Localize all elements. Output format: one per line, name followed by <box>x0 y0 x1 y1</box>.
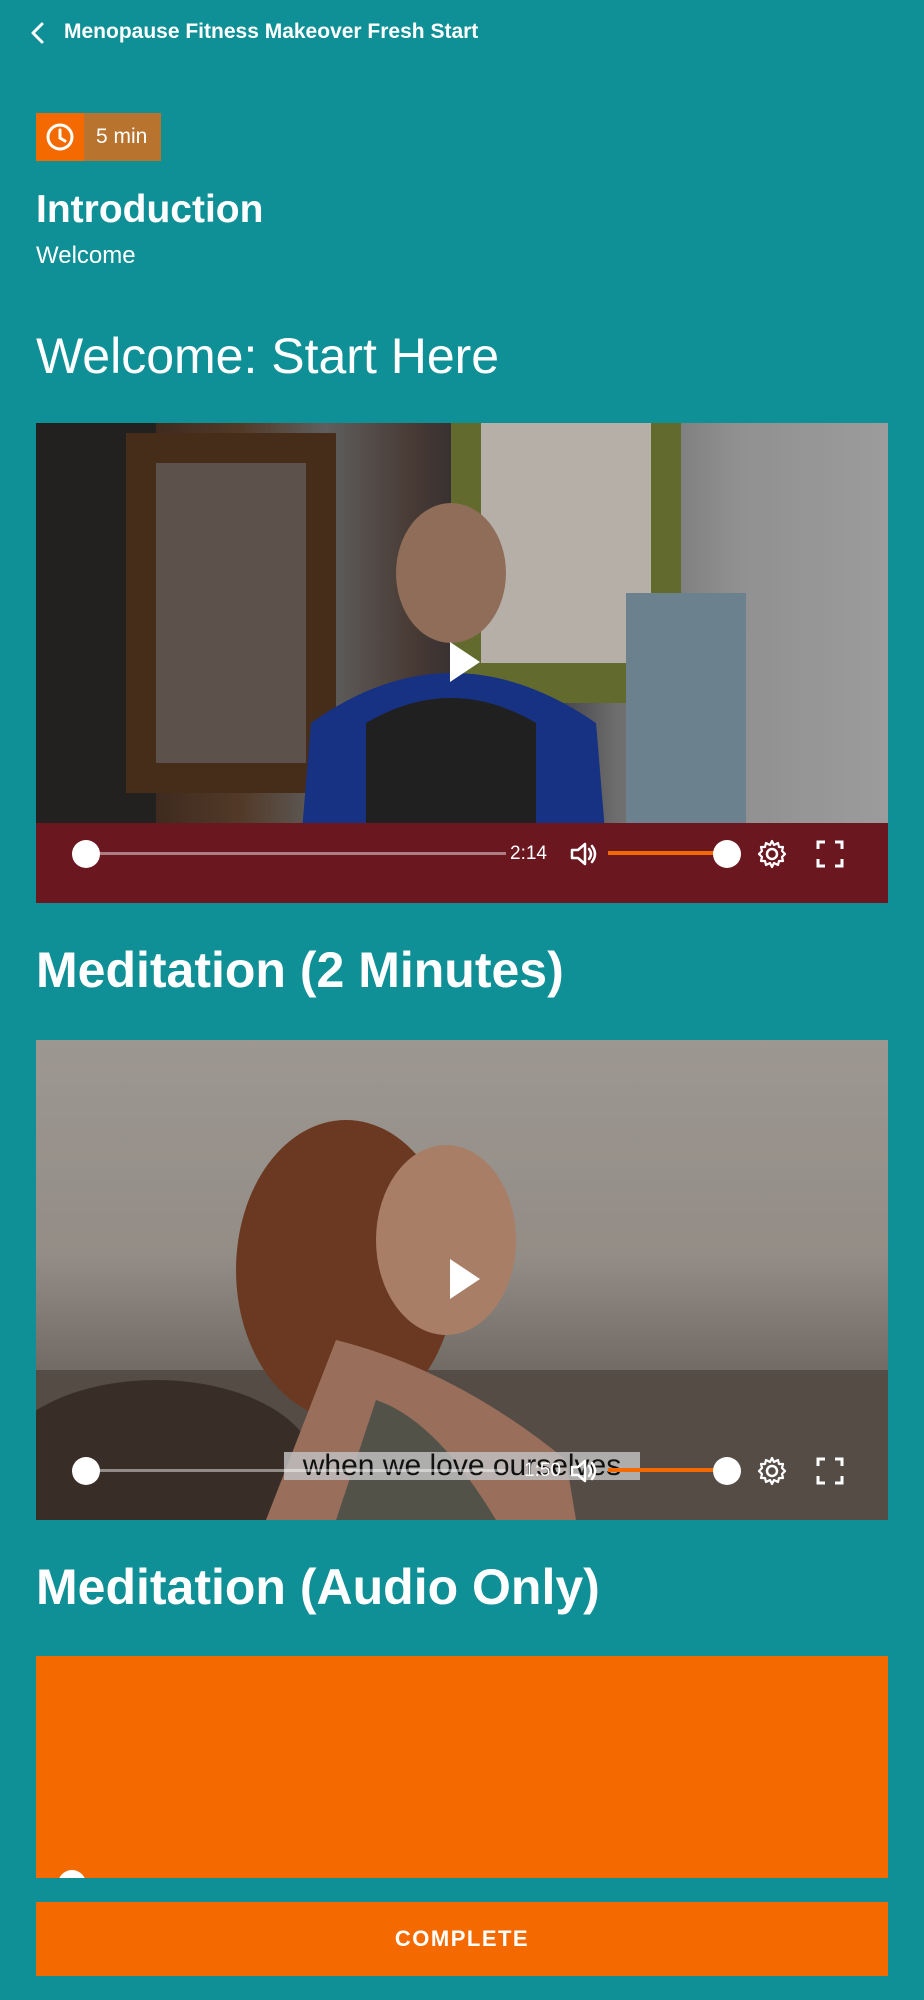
seek-handle[interactable] <box>72 1457 100 1485</box>
audio-seek-handle[interactable] <box>58 1870 86 1878</box>
lesson-subtitle: Welcome <box>36 242 136 269</box>
time-remaining: 1:50 <box>524 1460 561 1481</box>
fullscreen-icon[interactable] <box>814 838 846 870</box>
seek-handle[interactable] <box>72 840 100 868</box>
lesson-title: Introduction <box>36 188 264 231</box>
audio-player[interactable] <box>36 1656 888 1878</box>
clock-icon <box>36 113 84 161</box>
duration-badge: 5 min <box>36 113 162 161</box>
volume-icon[interactable] <box>568 1455 600 1487</box>
volume-icon[interactable] <box>568 838 600 870</box>
chevron-left-icon[interactable] <box>26 20 52 46</box>
video-controls: 1:50 <box>36 1424 888 1520</box>
section-heading-meditation-audio: Meditation (Audio Only) <box>36 1559 600 1615</box>
volume-handle[interactable] <box>713 1457 741 1485</box>
seek-track[interactable] <box>86 1469 506 1472</box>
page-title: Menopause Fitness Makeover Fresh Start <box>64 20 479 43</box>
section-heading-meditation-video: Meditation (2 Minutes) <box>36 942 564 998</box>
complete-button[interactable]: COMPLETE <box>36 1902 888 1976</box>
play-icon[interactable] <box>450 1259 480 1299</box>
video-player-meditation[interactable]: when we love ourselves 1:50 <box>36 1040 888 1520</box>
time-remaining: 2:14 <box>510 843 547 864</box>
video-controls: 2:14 <box>36 807 888 903</box>
duration-text: 5 min <box>84 113 162 161</box>
volume-track[interactable] <box>608 1468 718 1472</box>
fullscreen-icon[interactable] <box>814 1455 846 1487</box>
section-heading-welcome: Welcome: Start Here <box>36 328 500 384</box>
seek-track[interactable] <box>86 852 506 855</box>
volume-track[interactable] <box>608 851 718 855</box>
volume-handle[interactable] <box>713 840 741 868</box>
settings-gear-icon[interactable] <box>756 838 788 870</box>
top-bar: Menopause Fitness Makeover Fresh Start <box>0 0 924 66</box>
play-icon[interactable] <box>450 642 480 682</box>
settings-gear-icon[interactable] <box>756 1455 788 1487</box>
video-player-welcome[interactable]: 2:14 <box>36 423 888 903</box>
